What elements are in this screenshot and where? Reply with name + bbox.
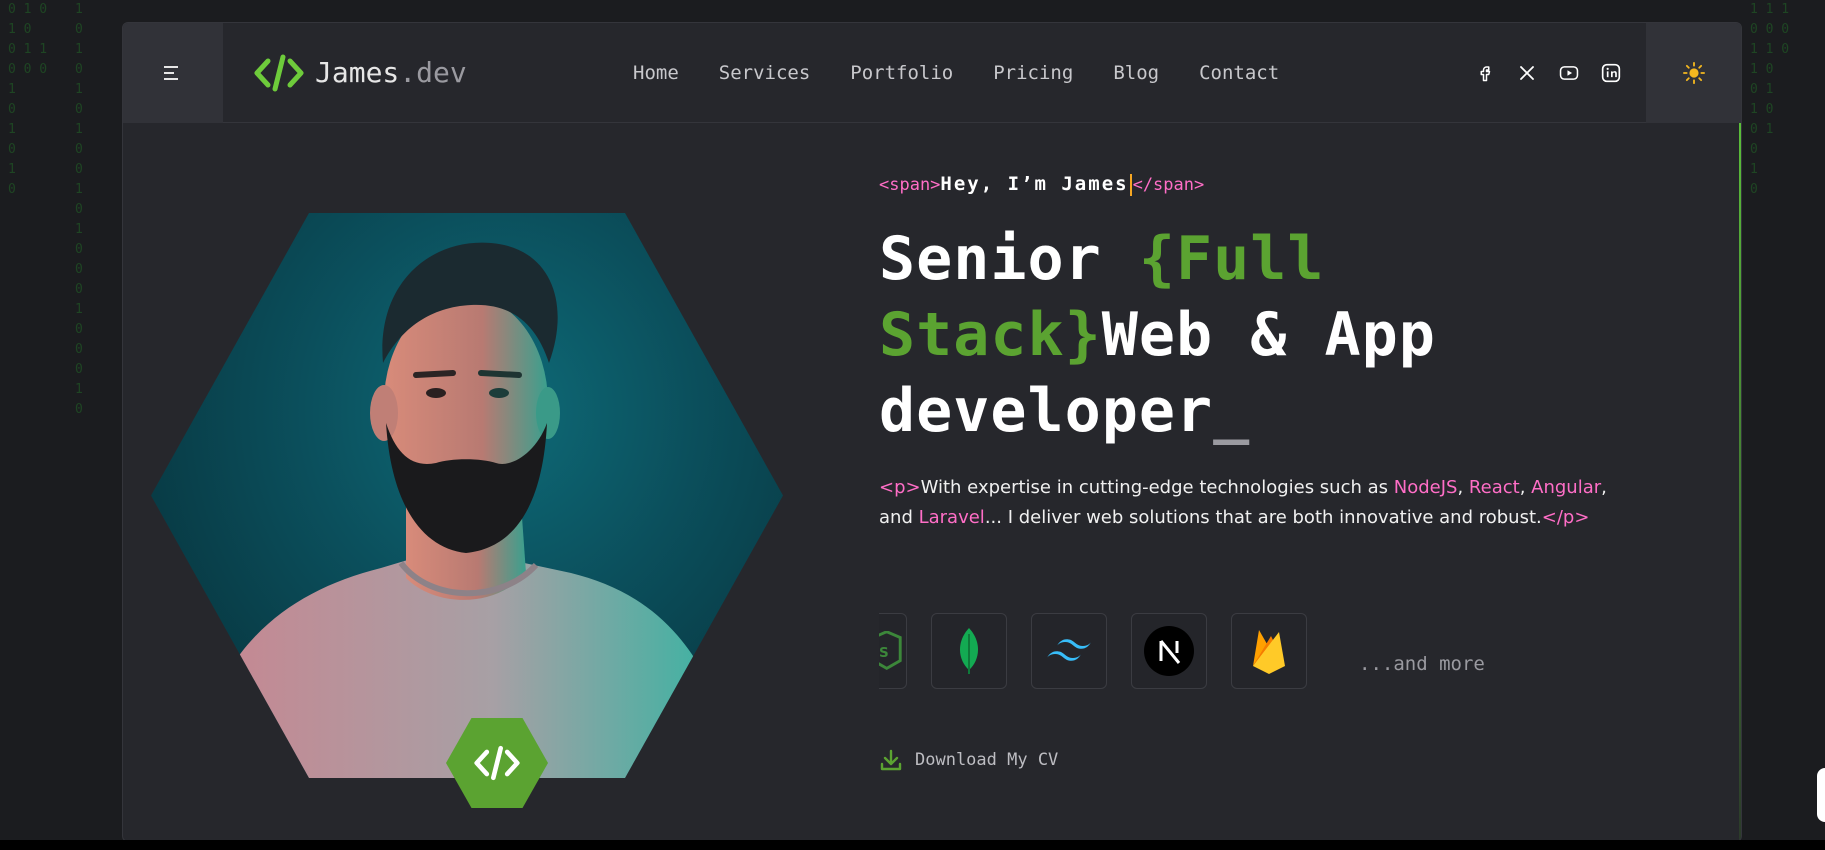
matrix-background: 1 1 10 0 01 1 01 00 11 00 1010: [1750, 2, 1790, 197]
nav-pricing[interactable]: Pricing: [993, 62, 1073, 84]
tech-nodejs: NodeJS: [1393, 477, 1458, 498]
linkedin-icon: [1601, 63, 1621, 83]
hamburger-icon: [164, 65, 178, 80]
download-cv-label: Download My CV: [915, 750, 1059, 770]
download-cv-button[interactable]: Download My CV: [879, 748, 1058, 772]
mongodb-icon: [959, 628, 979, 674]
bottom-bar: [0, 840, 1825, 850]
main-nav: Home Services Portfolio Pricing Blog Con…: [633, 23, 1279, 123]
tailwind-icon: [1047, 639, 1091, 661]
profile-photo: [151, 213, 783, 778]
tech-card-nodejs: S: [879, 613, 907, 689]
matrix-background: 101010100101000100010: [75, 2, 83, 417]
nav-home[interactable]: Home: [633, 62, 679, 84]
nav-services[interactable]: Services: [719, 62, 811, 84]
floating-widget-edge[interactable]: [1817, 768, 1825, 822]
tech-card-tailwind: [1031, 613, 1107, 689]
linkedin-link[interactable]: [1601, 63, 1621, 83]
tech-laravel: Laravel: [918, 507, 985, 528]
site-logo[interactable]: James.dev: [253, 53, 467, 93]
svg-text:S: S: [879, 645, 889, 661]
theme-toggle-button[interactable]: [1646, 23, 1741, 123]
title-cursor: _: [1213, 376, 1251, 446]
tech-card-nextjs: [1131, 613, 1207, 689]
hero-section: <span>Hey, I’m James </span> Senior {Full…: [879, 173, 1639, 771]
logo-text: James.dev: [315, 56, 467, 89]
tech-react: React: [1468, 477, 1520, 498]
greeting-text: Hey, I’m James: [940, 173, 1129, 195]
hero-description: <p>With expertise in cutting-edge techno…: [879, 477, 1607, 528]
nav-contact[interactable]: Contact: [1199, 62, 1279, 84]
profile-hexagon: [151, 213, 783, 808]
nav-portfolio[interactable]: Portfolio: [850, 62, 953, 84]
facebook-link[interactable]: [1475, 63, 1495, 83]
greeting-line: <span>Hey, I’m James </span>: [879, 173, 1639, 203]
span-close-tag: </span>: [1132, 175, 1205, 195]
tech-angular: Angular: [1531, 477, 1602, 498]
x-twitter-icon: [1520, 66, 1534, 80]
download-icon: [880, 749, 902, 771]
x-link[interactable]: [1517, 63, 1537, 83]
site-header: James.dev Home Services Portfolio Pricin…: [123, 23, 1741, 123]
youtube-icon: [1559, 66, 1579, 80]
tech-card-mongodb: [931, 613, 1007, 689]
nodejs-icon: S: [879, 631, 902, 671]
facebook-icon: [1480, 66, 1491, 82]
span-open-tag: <span>: [879, 175, 941, 195]
tech-card-firebase: [1231, 613, 1307, 689]
tech-stack-row: S ...and more: [879, 613, 1485, 689]
firebase-icon: [1253, 630, 1285, 674]
code-icon: [254, 54, 304, 91]
matrix-background: 0 1 01 00 1 10 0 0101010: [8, 2, 48, 197]
hero-title: Senior {Full Stack}Web & App developer_: [879, 224, 1436, 446]
more-tech-label: ...and more: [1359, 653, 1485, 675]
code-icon: [474, 745, 520, 781]
youtube-link[interactable]: [1559, 63, 1579, 83]
site-frame: James.dev Home Services Portfolio Pricin…: [122, 22, 1742, 842]
social-links: [1475, 23, 1621, 123]
nextjs-icon: [1144, 626, 1194, 676]
menu-button[interactable]: [123, 23, 223, 123]
sun-icon: [1682, 62, 1705, 84]
typing-caret: [1129, 173, 1132, 196]
nav-blog[interactable]: Blog: [1113, 62, 1159, 84]
accent-line: [1739, 123, 1741, 841]
